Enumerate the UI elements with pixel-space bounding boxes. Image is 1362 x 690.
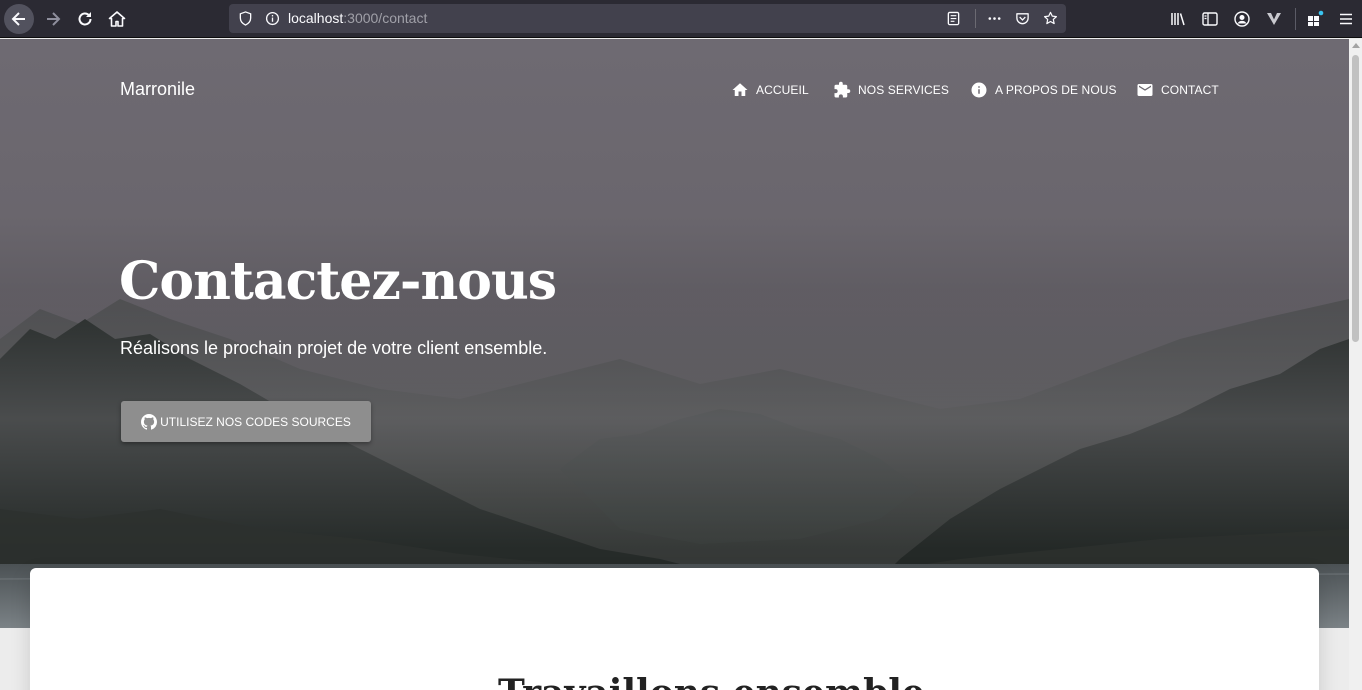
browser-toolbar: localhost:3000/contact [0, 0, 1362, 38]
nav-item-accueil[interactable]: ACCUEIL [731, 80, 809, 100]
forward-button[interactable] [38, 4, 68, 34]
more-icon[interactable] [986, 10, 1003, 27]
brand-logo[interactable]: Marronile [120, 79, 195, 100]
scroll-up-arrow-icon[interactable] [1352, 43, 1360, 48]
nav-item-label: NOS SERVICES [858, 83, 950, 97]
reader-view-icon[interactable] [945, 10, 962, 27]
info-icon [971, 82, 987, 98]
navbar: Marronile ACCUEIL NOS SERVICES A PROPOS … [0, 39, 1349, 139]
back-button[interactable] [4, 4, 34, 34]
hero-section: Marronile ACCUEIL NOS SERVICES A PROPOS … [0, 39, 1349, 628]
source-code-button-label: UTILISEZ NOS CODES SOURCES [160, 414, 351, 429]
nav-item-label: ACCUEIL [756, 83, 809, 97]
reload-button[interactable] [70, 4, 100, 34]
reload-icon [78, 12, 92, 26]
sidebar-button[interactable] [1195, 4, 1225, 34]
nav-item-label: A PROPOS DE NOUS [995, 83, 1117, 97]
home-icon [732, 83, 748, 96]
toolbar-separator [1295, 8, 1296, 30]
vivaldi-button[interactable] [1259, 4, 1289, 34]
section-heading: Travaillons ensemble [498, 672, 925, 690]
library-icon [1171, 13, 1185, 26]
url-text[interactable]: localhost:3000/contact [288, 10, 427, 26]
account-icon [1234, 11, 1250, 27]
page: Marronile ACCUEIL NOS SERVICES A PROPOS … [0, 39, 1349, 690]
extensions-icon [1308, 10, 1324, 26]
shield-icon[interactable] [237, 10, 254, 27]
url-bar[interactable]: localhost:3000/contact [229, 4, 1066, 33]
url-path: :3000/contact [343, 10, 428, 26]
forward-icon [47, 12, 61, 26]
vivaldi-icon [1267, 13, 1281, 25]
pocket-icon[interactable] [1014, 10, 1031, 27]
hero-subtitle: Réalisons le prochain projet de votre cl… [120, 338, 548, 358]
sidebar-icon [1202, 12, 1218, 26]
nav-item-a-propos[interactable]: A PROPOS DE NOUS [970, 80, 1117, 100]
account-button[interactable] [1227, 4, 1257, 34]
page-title: Contactez-nous [119, 251, 557, 312]
mail-icon [1137, 84, 1153, 96]
menu-icon [1340, 13, 1352, 25]
scroll-thumb[interactable] [1352, 55, 1359, 342]
nav-item-services[interactable]: NOS SERVICES [833, 80, 949, 100]
menu-button[interactable] [1331, 4, 1361, 34]
home-icon [108, 11, 126, 27]
home-button[interactable] [102, 4, 132, 34]
content-card: Travaillons ensemble [30, 568, 1319, 690]
nav-item-label: CONTACT [1161, 83, 1219, 97]
source-code-button[interactable]: UTILISEZ NOS CODES SOURCES [121, 401, 371, 442]
page-scrollbar[interactable] [1349, 39, 1362, 690]
puzzle-icon [834, 81, 851, 98]
nav-item-contact[interactable]: CONTACT [1136, 80, 1219, 100]
back-icon [11, 12, 25, 26]
library-button[interactable] [1163, 4, 1193, 34]
extensions-button[interactable] [1300, 4, 1330, 34]
bookmark-star-icon[interactable] [1042, 10, 1059, 27]
github-icon [141, 413, 158, 430]
url-host: localhost [288, 10, 344, 26]
info-icon[interactable] [264, 10, 281, 27]
url-separator [975, 9, 976, 28]
